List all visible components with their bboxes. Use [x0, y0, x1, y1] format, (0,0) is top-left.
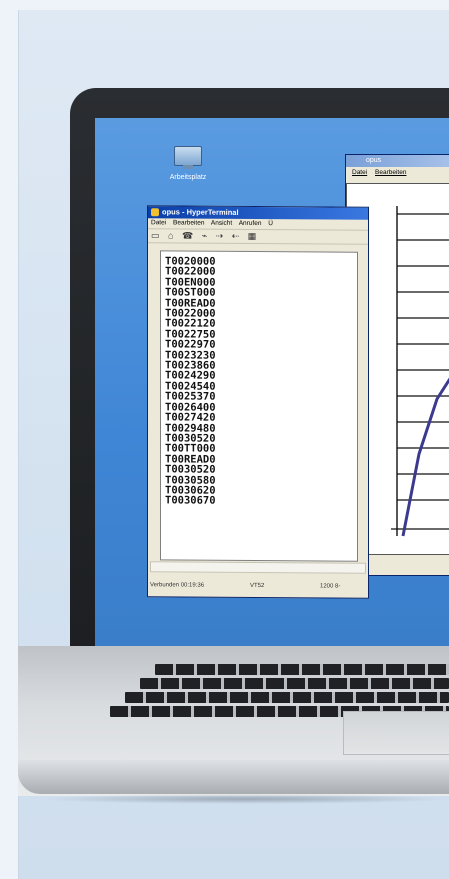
new-icon[interactable]: ▭ — [151, 230, 160, 240]
computer-icon — [174, 146, 202, 169]
desktop-icon-arbeitsplatz[interactable]: Arbeitsplatz — [158, 146, 218, 181]
key-row — [155, 664, 449, 675]
disconnect-icon[interactable]: ☎ — [182, 230, 193, 240]
trackpad — [343, 711, 449, 755]
open-icon[interactable]: ⌂ — [168, 230, 173, 240]
opus-menubar: Datei Bearbeiten — [346, 167, 449, 178]
plot-ticks — [391, 213, 449, 530]
hyperterminal-title: opus - HyperTerminal — [162, 207, 239, 217]
call-icon[interactable]: ⌁ — [202, 231, 207, 241]
laptop-front-edge — [18, 760, 449, 794]
status-connected: Verbunden 00:19:36 — [150, 582, 205, 589]
menu-ansicht[interactable]: Ansicht — [211, 220, 232, 227]
status-baud: 1200 8- — [320, 583, 341, 590]
receive-icon[interactable]: ⇠ — [232, 231, 240, 241]
status-bar: Verbunden 00:19:36 VT52 1200 8- — [148, 578, 368, 594]
opus-menu-datei[interactable]: Datei — [352, 169, 367, 176]
hyperterminal-toolbar: ▭ ⌂ ☎ ⌁ ⇢ ⇠ ▦ — [148, 228, 368, 245]
laptop-screen: Arbeitsplatz opus Datei Bearbeiten opus … — [95, 118, 449, 646]
opus-titlebar[interactable]: opus — [346, 155, 449, 167]
send-icon[interactable]: ⇢ — [216, 231, 224, 241]
horizontal-scrollbar[interactable] — [150, 561, 366, 574]
menu-uebertragung[interactable]: Ü — [268, 220, 273, 227]
key-row — [140, 678, 449, 689]
menu-datei[interactable]: Datei — [151, 219, 166, 226]
hyperterminal-app-icon — [151, 208, 159, 217]
key-row — [125, 692, 449, 703]
hyperterminal-titlebar[interactable]: opus - HyperTerminal — [148, 206, 368, 220]
status-terminal-type: VT52 — [250, 582, 265, 590]
menu-bearbeiten[interactable]: Bearbeiten — [173, 219, 204, 226]
terminal-output[interactable]: T0020000 T0022000 T00EN000 T00ST000 T00R… — [160, 250, 358, 562]
opus-menu-bearbeiten[interactable]: Bearbeiten — [375, 169, 406, 176]
hyperterminal-menubar: Datei Bearbeiten Ansicht Anrufen Ü — [148, 218, 368, 230]
menu-anrufen[interactable]: Anrufen — [239, 220, 262, 227]
desktop-icon-label: Arbeitsplatz — [169, 174, 207, 181]
plot-line — [401, 377, 449, 537]
laptop-shadow — [40, 794, 449, 804]
hyperterminal-window[interactable]: opus - HyperTerminal Datei Bearbeiten An… — [147, 205, 369, 599]
terminal-text: T0020000 T0022000 T00EN000 T00ST000 T00R… — [165, 255, 216, 508]
properties-icon[interactable]: ▦ — [248, 231, 257, 241]
